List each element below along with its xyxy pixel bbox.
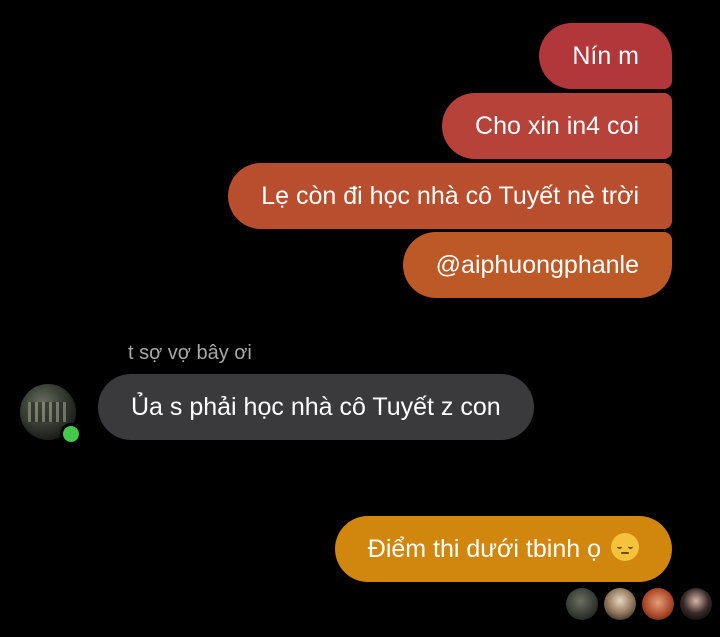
seen-avatar[interactable] bbox=[642, 588, 674, 620]
online-status-icon bbox=[60, 423, 82, 445]
outgoing-message[interactable]: Điểm thi dưới tbinh ọ bbox=[334, 516, 672, 582]
outgoing-message-mention[interactable]: @aiphuongphanle bbox=[402, 232, 672, 298]
outgoing-message[interactable]: Lẹ còn đi học nhà cô Tuyết nè trời bbox=[228, 163, 672, 229]
message-text: Điểm thi dưới tbinh ọ bbox=[367, 535, 601, 563]
seen-avatar[interactable] bbox=[680, 588, 712, 620]
sender-name: t sợ vợ bây ơi bbox=[128, 342, 252, 364]
seen-avatar[interactable] bbox=[604, 588, 636, 620]
outgoing-message[interactable]: Nín m bbox=[539, 23, 672, 89]
seen-by-row bbox=[566, 588, 712, 620]
seen-avatar[interactable] bbox=[566, 588, 598, 620]
chat-thread: Nín m Cho xin in4 coi Lẹ còn đi học nhà … bbox=[0, 0, 720, 637]
incoming-message[interactable]: Ủa s phải học nhà cô Tuyết z con bbox=[98, 374, 534, 440]
outgoing-message[interactable]: Cho xin in4 coi bbox=[442, 93, 672, 159]
pensive-face-emoji-icon bbox=[611, 533, 639, 562]
